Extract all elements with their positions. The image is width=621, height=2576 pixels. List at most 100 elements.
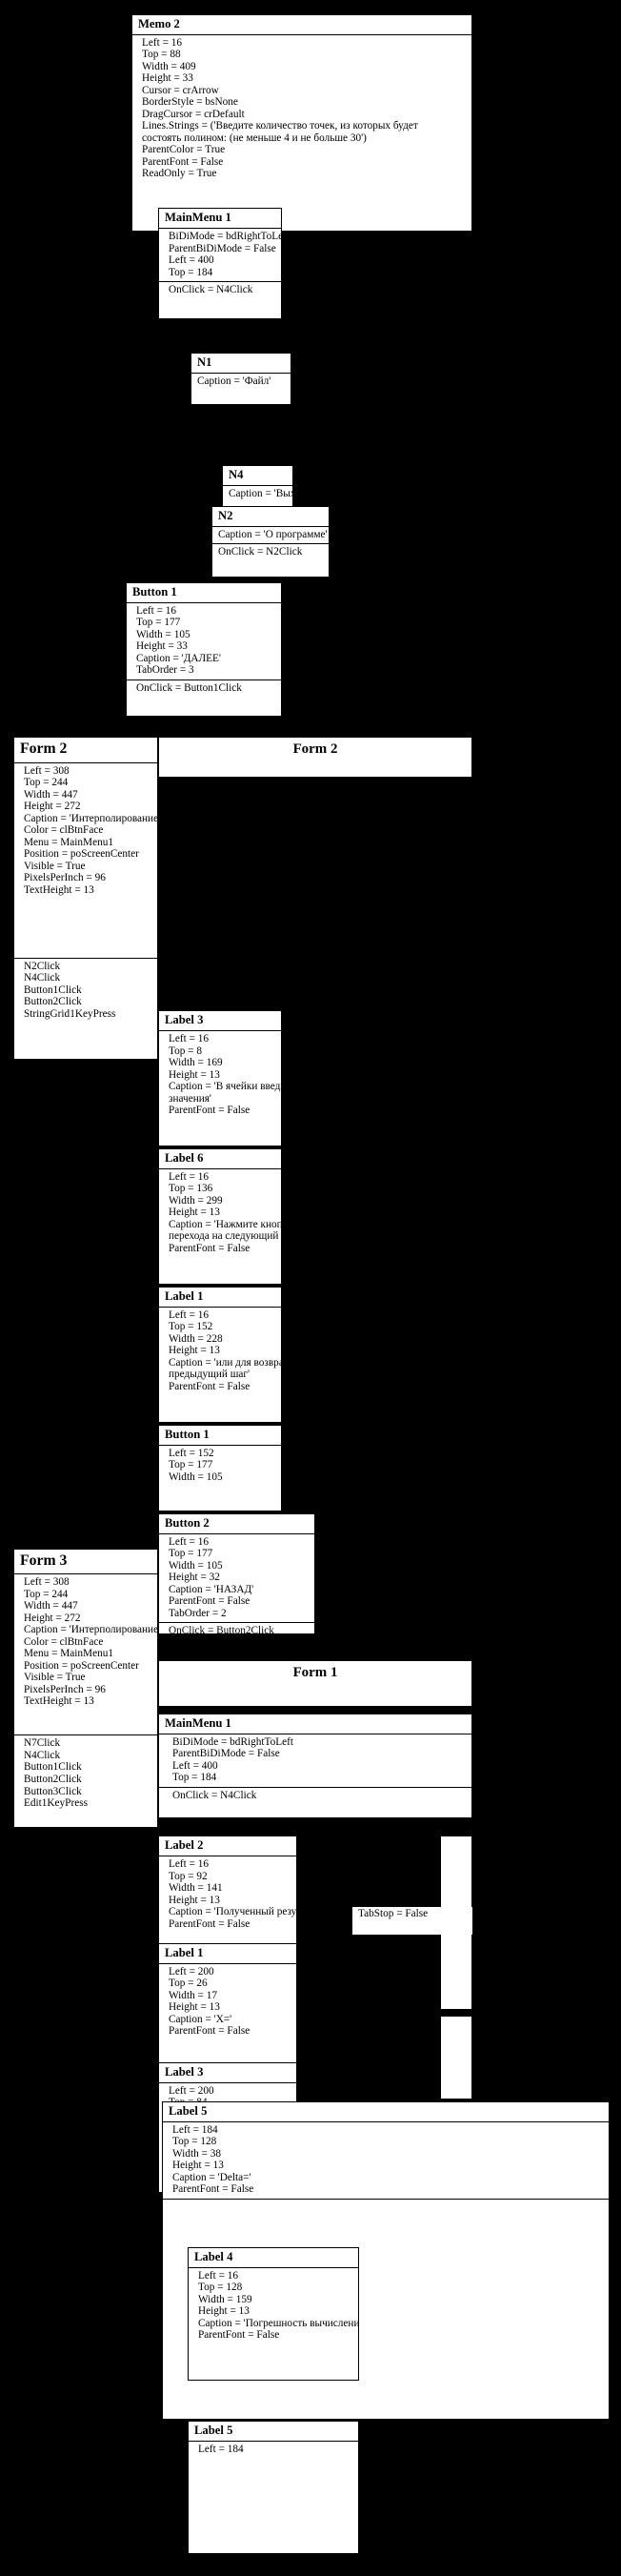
component-box-mainmenu1-bottom: MainMenu 1 BiDiMode = bdRightToLeft Pare… <box>158 1713 472 1819</box>
property-row: Color = clBtnFace <box>24 824 104 837</box>
box-title: Label 6 <box>159 1149 281 1169</box>
component-box-label5-bottom: Label 5 Left = 184 <box>188 2421 359 2555</box>
event-row: OnClick = Button1Click <box>136 681 242 694</box>
property-row: Caption = 'ДАЛЕЕ' <box>136 652 221 664</box>
box-title: Label 1 <box>159 1944 296 1964</box>
box-title: Form 1 <box>292 1665 338 1681</box>
property-row: Top = 8 <box>169 1045 202 1057</box>
property-row: Top = 244 <box>24 777 69 789</box>
property-row: Left = 16 <box>169 1032 210 1045</box>
property-row: Top = 244 <box>24 1588 69 1600</box>
property-row: Width = 169 <box>169 1057 223 1069</box>
box-properties: Left = 16 Top = 136 Width = 299 Height =… <box>159 1169 281 1258</box>
box-properties: Left = 16 Top = 152 Width = 228 Height =… <box>159 1308 281 1396</box>
box-properties: BiDiMode = bdRightToLeft ParentBiDiMode … <box>159 229 281 281</box>
box-properties: Left = 184 <box>189 2442 358 2459</box>
component-box-label1-bottom: Label 1 Left = 200 Top = 26 Width = 17 H… <box>158 1942 297 2074</box>
box-properties: Left = 16 Top = 8 Width = 169 Height = 1… <box>159 1031 281 1120</box>
property-row: Left = 16 <box>136 604 177 617</box>
box-title: Label 2 <box>159 1836 296 1857</box>
property-row: Width = 409 <box>142 60 196 72</box>
component-box-memo2: Memo 2 Left = 16 Top = 88 Width = 409 He… <box>131 13 472 232</box>
property-row: Width = 17 <box>169 1989 217 2001</box>
property-row: ParentFont = False <box>142 155 224 168</box>
box-properties: Left = 16 Top = 128 Width = 159 Height =… <box>189 2268 358 2344</box>
box-properties: Caption = 'Файл' <box>191 374 290 391</box>
box-title: Button 1 <box>159 1426 281 1446</box>
property-row: Left = 16 <box>142 36 183 49</box>
property-row: Left = 184 <box>172 2123 218 2136</box>
property-row: Left = 400 <box>172 1759 218 1772</box>
box-title: Label 5 <box>189 2422 358 2443</box>
property-row: Caption = 'О программе' <box>218 528 328 540</box>
property-row: Caption = 'Файл' <box>197 375 271 387</box>
component-box-mainmenu1-top: MainMenu 1 BiDiMode = bdRightToLeft Pare… <box>158 208 282 320</box>
event-row: N4Click <box>24 1749 61 1761</box>
property-row: Position = poScreenCenter <box>24 848 139 861</box>
component-box-form2-events: N2Click N4Click Button1Click Button2Clic… <box>13 957 158 1061</box>
property-row: Top = 136 <box>169 1183 213 1195</box>
property-row: Width = 141 <box>169 1882 223 1895</box>
diagram-canvas: Memo 2 Left = 16 Top = 88 Width = 409 He… <box>0 0 621 2576</box>
property-row: ParentFont = False <box>169 1595 250 1608</box>
property-row: перехода на следующий шаг' <box>169 1230 281 1243</box>
property-row: PixelsPerInch = 96 <box>24 872 106 884</box>
box-properties: TabStop = False <box>352 1907 472 1923</box>
box-title: Button 1 <box>127 583 281 603</box>
property-row: Left = 16 <box>198 2269 239 2282</box>
property-row: BiDiMode = bdRightToLeft <box>169 231 282 243</box>
property-row: ReadOnly = True <box>142 168 217 180</box>
event-row: OnClick = N2Click <box>218 546 303 558</box>
property-row: состоять полином: (не меньше 4 и не боль… <box>142 132 367 144</box>
property-row: Cursor = crArrow <box>142 84 219 96</box>
property-row: Height = 33 <box>136 640 188 653</box>
event-row: OnClick = Button2Click <box>169 1625 274 1634</box>
event-row: N2Click <box>24 960 61 972</box>
box-properties: BiDiMode = bdRightToLeft ParentBiDiMode … <box>159 1734 471 1787</box>
box-title: Form 2 <box>292 741 338 758</box>
property-row: TextHeight = 13 <box>24 883 94 896</box>
property-row: TabStop = False <box>358 1908 429 1920</box>
property-row: Left = 16 <box>169 1858 210 1871</box>
property-row: Caption = 'или для возврата на <box>169 1356 281 1369</box>
box-properties: Left = 184 Top = 128 Width = 38 Height =… <box>163 2122 609 2199</box>
property-row: Caption = 'Интерполирование' <box>24 1624 158 1636</box>
property-row: Caption = 'Нажмите кнопку для <box>169 1218 281 1230</box>
property-row: Top = 92 <box>169 1870 208 1882</box>
property-row: Visible = True <box>24 1672 86 1684</box>
property-row: BiDiMode = bdRightToLeft <box>172 1735 293 1748</box>
event-row: StringGrid1KeyPress <box>24 1007 116 1020</box>
box-events: N2Click N4Click Button1Click Button2Clic… <box>14 959 157 1024</box>
property-row: Caption = 'X=' <box>169 2013 232 2025</box>
event-row: OnClick = N4Click <box>169 284 253 296</box>
event-row: Edit1KeyPress <box>24 1797 88 1810</box>
property-row: BorderStyle = bsNone <box>142 96 238 109</box>
property-row: Top = 128 <box>198 2282 243 2294</box>
property-row: Left = 16 <box>169 1535 210 1548</box>
property-row: Top = 184 <box>169 266 213 278</box>
property-row: ParentColor = True <box>142 144 226 156</box>
box-properties: Caption = 'О программе' <box>212 527 329 544</box>
property-row: Menu = MainMenu1 <box>24 1648 113 1660</box>
component-box-label1-mid: Label 1 Left = 16 Top = 152 Width = 228 … <box>158 1286 282 1424</box>
property-row: ParentFont = False <box>169 1105 250 1117</box>
property-row: Left = 308 <box>24 764 70 777</box>
box-events <box>163 2198 609 2204</box>
box-title: Memo 2 <box>132 15 471 35</box>
property-row: Height = 13 <box>169 1894 220 1906</box>
property-row: Left = 16 <box>169 1308 210 1321</box>
property-row: Visible = True <box>24 860 86 872</box>
component-box-form1-banner: Form 1 <box>158 1660 472 1708</box>
box-title: Button 2 <box>159 1514 314 1534</box>
component-box-label3: Label 3 Left = 16 Top = 8 Width = 169 He… <box>158 1010 282 1147</box>
property-row: Height = 13 <box>169 2001 220 2014</box>
property-row: ParentBiDiMode = False <box>172 1748 280 1760</box>
component-box-label4-bottom: Label 4 Left = 16 Top = 128 Width = 159 … <box>188 2246 359 2381</box>
box-title: Form 3 <box>14 1550 157 1575</box>
property-row: ParentFont = False <box>198 2329 280 2342</box>
property-row: предыдущий шаг' <box>169 1369 250 1381</box>
event-row: Button2Click <box>24 1774 82 1785</box>
property-row: Left = 152 <box>169 1447 214 1459</box>
property-row: Lines.Strings = ('Введите количество точ… <box>142 120 418 132</box>
property-row: Top = 177 <box>136 617 181 629</box>
